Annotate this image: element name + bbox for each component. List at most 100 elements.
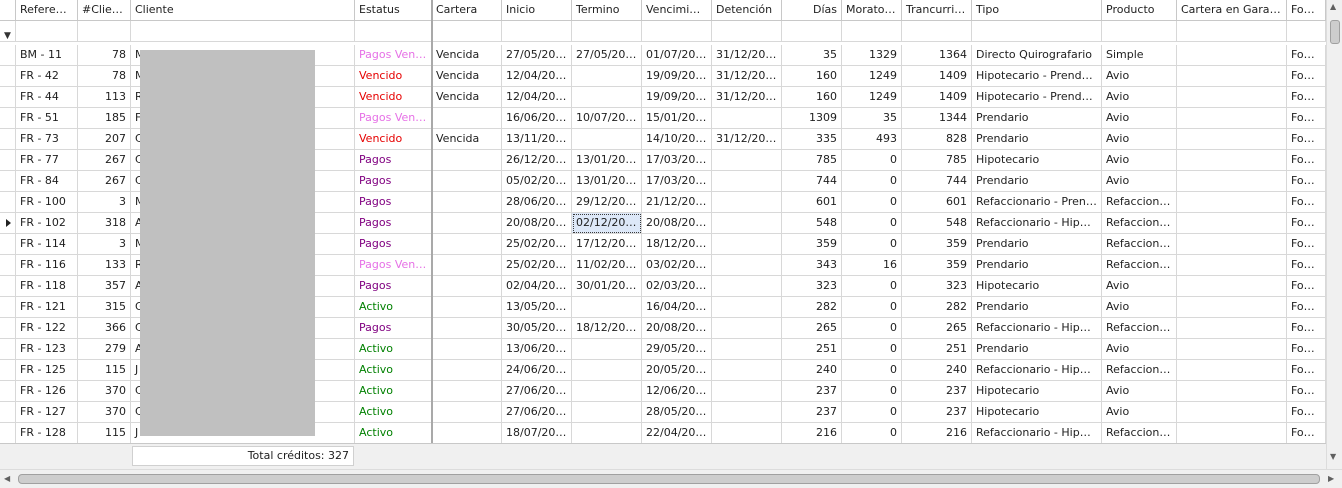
horizontal-scrollbar[interactable]: ◀ ▶ — [0, 469, 1342, 488]
cell-num[interactable]: 370 — [78, 381, 131, 402]
cell-num[interactable]: 207 — [78, 129, 131, 150]
cell-termino[interactable]: 17/12/2014 — [572, 234, 642, 255]
vertical-scroll-thumb[interactable] — [1330, 20, 1340, 44]
funnel-icon[interactable]: ▼ — [4, 26, 11, 41]
cell-termino[interactable] — [572, 87, 642, 108]
cell-tran[interactable]: 323 — [902, 276, 972, 297]
cell-termino[interactable] — [572, 339, 642, 360]
cell-venc[interactable]: 22/04/2019 — [642, 423, 712, 443]
cell-fondo[interactable]: Fondo — [1287, 108, 1326, 129]
cell-dias[interactable]: 160 — [782, 87, 842, 108]
auto-filter-row[interactable]: ▼ — [0, 21, 1326, 42]
column-header-estatus[interactable]: Estatus — [355, 0, 432, 21]
cell-inicio[interactable]: 30/05/2014 — [502, 318, 572, 339]
cell-venc[interactable]: 21/12/2015 — [642, 192, 712, 213]
cell-tipo[interactable]: Refaccionario - Hipotec... — [972, 318, 1102, 339]
cell-inicio[interactable]: 20/08/2013 — [502, 213, 572, 234]
cell-tran[interactable]: 216 — [902, 423, 972, 443]
column-header-ref[interactable]: Referencia — [16, 0, 78, 21]
cell-num[interactable]: 115 — [78, 423, 131, 443]
cell-tipo[interactable]: Prendario — [972, 255, 1102, 276]
cell-garantia[interactable] — [1177, 297, 1287, 318]
cell-ref[interactable]: FR - 116 — [16, 255, 78, 276]
column-header-inicio[interactable]: Inicio — [502, 0, 572, 21]
cell-venc[interactable]: 28/05/2015 — [642, 402, 712, 423]
cell-dias[interactable]: 282 — [782, 297, 842, 318]
cell-tipo[interactable]: Hipotecario - Prendario — [972, 66, 1102, 87]
filter-cell-det[interactable] — [712, 21, 782, 42]
cell-ref[interactable]: FR - 118 — [16, 276, 78, 297]
cell-num[interactable]: 78 — [78, 45, 131, 66]
cell-fondo[interactable]: Fondo — [1287, 129, 1326, 150]
cell-tipo[interactable]: Prendario — [972, 171, 1102, 192]
vertical-scrollbar[interactable]: ▲ ▼ — [1326, 0, 1342, 469]
cell-ref[interactable]: FR - 44 — [16, 87, 78, 108]
cell-estatus[interactable]: Vencido — [355, 87, 432, 108]
cell-venc[interactable]: 17/03/2017 — [642, 171, 712, 192]
cell-tipo[interactable]: Refaccionario - Hipotec... — [972, 213, 1102, 234]
cell-estatus[interactable]: Pagos Vencido — [355, 45, 432, 66]
cell-prod[interactable]: Avio — [1102, 129, 1177, 150]
cell-prod[interactable]: Refaccionario — [1102, 360, 1177, 381]
column-header-tran[interactable]: Trancurridos — [902, 0, 972, 21]
cell-mor[interactable]: 0 — [842, 381, 902, 402]
cell-estatus[interactable]: Activo — [355, 402, 432, 423]
cell-garantia[interactable] — [1177, 129, 1287, 150]
cell-garantia[interactable] — [1177, 87, 1287, 108]
cell-prod[interactable]: Simple — [1102, 45, 1177, 66]
cell-det[interactable] — [712, 234, 782, 255]
row-indicator[interactable] — [0, 66, 16, 87]
cell-dias[interactable]: 240 — [782, 360, 842, 381]
cell-prod[interactable]: Refaccionario — [1102, 318, 1177, 339]
cell-inicio[interactable]: 05/02/2013 — [502, 171, 572, 192]
cell-termino[interactable]: 30/01/2015 — [572, 276, 642, 297]
cell-num[interactable]: 78 — [78, 66, 131, 87]
cell-ref[interactable]: FR - 73 — [16, 129, 78, 150]
cell-termino[interactable] — [572, 423, 642, 443]
cell-garantia[interactable] — [1177, 150, 1287, 171]
cell-dias[interactable]: 237 — [782, 381, 842, 402]
cell-fondo[interactable]: Fondo — [1287, 45, 1326, 66]
cell-mor[interactable]: 16 — [842, 255, 902, 276]
cell-termino[interactable] — [572, 360, 642, 381]
column-header-tipo[interactable]: Tipo — [972, 0, 1102, 21]
cell-inicio[interactable]: 27/06/2014 — [502, 381, 572, 402]
cell-dias[interactable]: 160 — [782, 66, 842, 87]
cell-garantia[interactable] — [1177, 192, 1287, 213]
cell-ref[interactable]: FR - 42 — [16, 66, 78, 87]
cell-termino[interactable] — [572, 297, 642, 318]
cell-prod[interactable]: Refaccionario — [1102, 255, 1177, 276]
credits-grid[interactable]: Referencia #Cliente Cliente Estatus Cartera I… — [0, 0, 1326, 443]
cell-prod[interactable]: Avio — [1102, 150, 1177, 171]
column-header-prod[interactable]: Producto — [1102, 0, 1177, 21]
cell-num[interactable]: 366 — [78, 318, 131, 339]
cell-ref[interactable]: FR - 123 — [16, 339, 78, 360]
cell-inicio[interactable]: 25/02/2014 — [502, 234, 572, 255]
scroll-down-arrow-icon[interactable]: ▼ — [1330, 452, 1336, 461]
column-header-termino[interactable]: Termino — [572, 0, 642, 21]
cell-tipo[interactable]: Refaccionario - Prendario — [972, 192, 1102, 213]
cell-tipo[interactable]: Hipotecario — [972, 276, 1102, 297]
cell-tipo[interactable]: Directo Quirografario — [972, 45, 1102, 66]
filter-cell-inicio[interactable] — [502, 21, 572, 42]
cell-tran[interactable]: 282 — [902, 297, 972, 318]
cell-ref[interactable]: FR - 121 — [16, 297, 78, 318]
cell-estatus[interactable]: Activo — [355, 423, 432, 443]
cell-num[interactable]: 3 — [78, 192, 131, 213]
cell-dias[interactable]: 1309 — [782, 108, 842, 129]
cell-garantia[interactable] — [1177, 234, 1287, 255]
cell-fondo[interactable]: Fondo — [1287, 360, 1326, 381]
cell-cartera[interactable] — [432, 423, 502, 443]
cell-det[interactable] — [712, 108, 782, 129]
cell-prod[interactable]: Refaccionario — [1102, 234, 1177, 255]
cell-mor[interactable]: 0 — [842, 171, 902, 192]
cell-tipo[interactable]: Hipotecario — [972, 402, 1102, 423]
cell-tran[interactable]: 785 — [902, 150, 972, 171]
cell-inicio[interactable]: 13/05/2014 — [502, 297, 572, 318]
row-indicator[interactable] — [0, 255, 16, 276]
cell-tran[interactable]: 1409 — [902, 66, 972, 87]
cell-num[interactable]: 113 — [78, 87, 131, 108]
row-indicator[interactable] — [0, 87, 16, 108]
cell-det[interactable] — [712, 297, 782, 318]
cell-prod[interactable]: Avio — [1102, 87, 1177, 108]
